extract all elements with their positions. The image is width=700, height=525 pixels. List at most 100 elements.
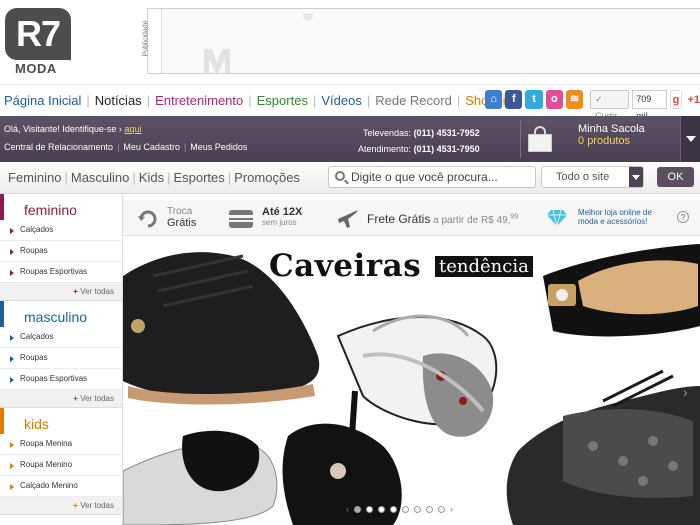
category-4[interactable]: Promoções — [234, 170, 300, 185]
pagination-dot[interactable] — [390, 505, 397, 513]
category-separator: | — [167, 170, 171, 185]
twitter-icon[interactable]: t — [525, 90, 543, 109]
divider — [520, 120, 521, 158]
promo-banner[interactable]: Caveiras tendência ‹ › ‹ › — [123, 236, 700, 525]
pagination-dot[interactable] — [366, 505, 373, 513]
category-sidebar: feminino Calçados Roupas Roupas Esportivas +… — [0, 194, 123, 525]
account-bar: Olá, Visitante! Identifique-se › aqui Ce… — [0, 116, 700, 162]
portal-nav-item-1[interactable]: Notícias — [95, 93, 142, 108]
televendas-number: (011) 4531-7952 — [413, 128, 480, 138]
ad-label-box: Publicidade — [143, 9, 162, 73]
portal-nav-item-5[interactable]: Rede Record — [375, 93, 452, 108]
shopping-bag[interactable]: Minha Sacola 0 produtos — [578, 123, 645, 147]
greeting: Olá, Visitante! Identifique-se › aqui — [4, 124, 142, 134]
home-icon[interactable]: ⌂ — [485, 90, 503, 109]
sidebar-section-title[interactable]: feminino — [0, 194, 122, 220]
sidebar-item[interactable]: Calçado Menino — [0, 476, 122, 497]
dropdown-button[interactable] — [629, 167, 643, 187]
sidebar-item[interactable]: Calçados — [0, 327, 122, 348]
shopping-bag-icon[interactable] — [528, 126, 554, 152]
category-1[interactable]: Masculino — [71, 170, 130, 185]
phone-numbers: Televendas: (011) 4531-7952 Atendimento:… — [358, 125, 480, 157]
bag-count: 0 — [578, 135, 585, 147]
sidebar-item[interactable]: Roupas Esportivas — [0, 369, 122, 390]
search-ok-button[interactable]: OK — [657, 167, 694, 187]
category-separator: | — [132, 170, 136, 185]
login-link[interactable]: aqui — [124, 124, 141, 134]
sidebar-item[interactable]: Roupas — [0, 241, 122, 262]
benefits-bar: Troca Grátis Até 12X sem juros Frete Grá… — [123, 200, 700, 236]
facebook-icon[interactable]: f — [505, 90, 523, 109]
airplane-icon — [338, 210, 358, 228]
sidebar-item[interactable]: Roupas Esportivas — [0, 262, 122, 283]
rss-icon[interactable]: ≋ — [565, 90, 584, 109]
portal-nav-item-0[interactable]: Página Inicial — [4, 93, 81, 108]
pagination-dot[interactable] — [402, 505, 409, 513]
search-scope-select[interactable]: Todo o site — [541, 166, 644, 188]
search-icon — [335, 171, 345, 181]
portal-nav-item-3[interactable]: Esportes — [257, 93, 308, 108]
atendimento-label: Atendimento: — [358, 144, 412, 154]
see-all-link[interactable]: + Ver todas — [0, 497, 122, 515]
ad-graphic — [204, 49, 230, 73]
televendas-label: Televendas: — [363, 128, 412, 138]
search-placeholder: Digite o que você procura... — [351, 170, 498, 184]
pagination-dot[interactable] — [378, 505, 385, 513]
bag-unit: produtos — [587, 135, 630, 147]
see-all-label: Ver todas — [80, 394, 114, 403]
sidebar-item[interactable]: Calçados — [0, 220, 122, 241]
portal-nav-items: Página Inicial | Notícias | Entretenimento | E… — [4, 93, 525, 108]
link-cadastro[interactable]: Meu Cadastro — [123, 142, 180, 152]
loja-line1: Melhor loja online de — [578, 208, 652, 217]
sidebar-section: kids Roupa Menina Roupa Menino Calçado Meni… — [0, 408, 122, 515]
sidebar-section: masculino Calçados Roupas Roupas Esportivas… — [0, 301, 122, 408]
help-icon[interactable]: ? — [677, 211, 689, 223]
orkut-icon[interactable]: o — [545, 90, 563, 109]
banner-tag: tendência — [435, 256, 533, 277]
frete-title: Frete Grátis — [367, 212, 431, 226]
category-separator: | — [64, 170, 68, 185]
ad-banner[interactable]: Publicidade — [143, 8, 700, 74]
portal-nav-item-4[interactable]: Vídeos — [321, 93, 361, 108]
sidebar-item[interactable]: Roupa Menina — [0, 434, 122, 455]
banner-prev-icon[interactable]: ‹ — [127, 384, 132, 400]
frete-min: a partir de R$ 49, — [433, 215, 511, 226]
chevron-down-icon — [632, 175, 640, 180]
google-plus-one-button[interactable]: +1 — [687, 94, 700, 106]
like-button[interactable]: ✓ Curtir — [590, 90, 630, 121]
link-pedidos[interactable]: Meus Pedidos — [190, 142, 247, 152]
bag-dropdown-button[interactable] — [680, 116, 700, 162]
pagination-dot[interactable] — [426, 505, 433, 513]
category-3[interactable]: Esportes — [173, 170, 224, 185]
category-0[interactable]: Feminino — [8, 170, 61, 185]
google-icon[interactable]: g — [669, 90, 683, 109]
link-central[interactable]: Central de Relacionamento — [4, 142, 113, 152]
r7-moda-logo[interactable]: R7 MODA — [5, 8, 71, 78]
portal-nav-item-2[interactable]: Entretenimento — [155, 93, 243, 108]
benefit-frete: Frete Grátis a partir de R$ 49,99 — [367, 212, 518, 226]
see-all-label: Ver todas — [80, 287, 114, 296]
nav-separator: | — [86, 93, 90, 108]
sidebar-item[interactable]: Roupa Menino — [0, 455, 122, 476]
pagination-prev-icon[interactable]: ‹ — [346, 504, 349, 514]
pagination-dot[interactable] — [414, 505, 421, 513]
see-all-link[interactable]: + Ver todas — [0, 390, 122, 408]
sidebar-section-title[interactable]: kids — [0, 408, 122, 434]
logo-subtitle: MODA — [15, 61, 57, 76]
search-input[interactable]: Digite o que você procura... — [328, 166, 536, 188]
parc-line2: sem juros — [262, 218, 297, 227]
main-content: Troca Grátis Até 12X sem juros Frete Grá… — [123, 194, 700, 525]
troca-line1: Troca — [167, 206, 193, 217]
see-all-link[interactable]: + Ver todas — [0, 283, 122, 301]
sidebar-item[interactable]: Roupas — [0, 348, 122, 369]
category-2[interactable]: Kids — [139, 170, 164, 185]
see-all-label: Ver todas — [80, 501, 114, 510]
banner-next-icon[interactable]: › — [683, 384, 688, 400]
sidebar-section-title[interactable]: masculino — [0, 301, 122, 327]
pagination-dot[interactable] — [438, 505, 445, 513]
nav-separator: | — [456, 93, 461, 108]
banner-pagination: ‹ › — [346, 504, 453, 514]
category-nav: Feminino | Masculino | Kids | Esportes | Promoçõ… — [0, 162, 700, 194]
pagination-next-icon[interactable]: › — [450, 504, 453, 514]
pagination-dot[interactable] — [354, 505, 361, 513]
